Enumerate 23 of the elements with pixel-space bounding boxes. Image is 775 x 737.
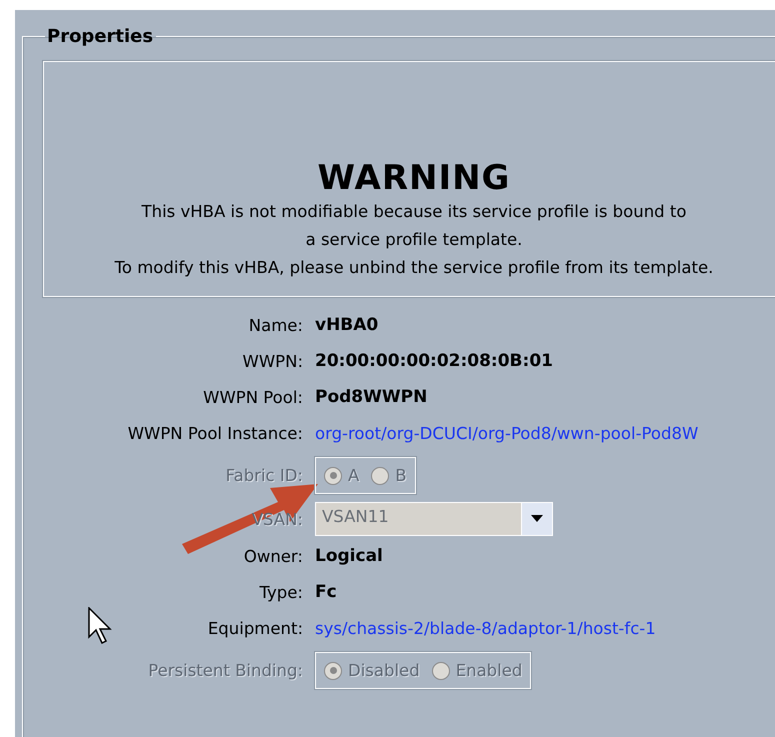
field-label: WWPN Pool: — [203, 388, 303, 406]
field-label: Fabric ID: — [226, 466, 303, 485]
caret-icon — [530, 515, 544, 523]
field-label: Name: — [248, 316, 303, 334]
field-label: Type: — [260, 582, 303, 602]
field-value: 20:00:00:00:02:08:0B:01 — [315, 351, 553, 371]
warning-message: This vHBA is not modifiable because its service profile is bound to — [140, 201, 688, 223]
field-link[interactable]: org-root/org-DCUCI/org-Pod8/wwn-pool-Pod8W — [315, 424, 698, 442]
field-link[interactable]: sys/chassis-2/blade-8/adaptor-1/host-fc-1 — [315, 618, 656, 638]
field-label: Equipment: — [208, 618, 303, 638]
mouse-pointer-icon — [88, 607, 112, 645]
field-label: Owner: — [244, 546, 303, 566]
warning-message: To modify this vHBA, please unbind the service profile from its template. — [114, 257, 714, 279]
field-label: WWPN Pool Instance: — [128, 424, 303, 442]
field-label: Persistent Binding: — [148, 661, 303, 680]
warning-heading: WARNING — [316, 158, 512, 198]
field-value: Fc — [315, 582, 337, 602]
group-title: Properties — [46, 26, 154, 47]
field-value: Logical — [315, 546, 383, 566]
field-value: vHBA0 — [315, 315, 378, 335]
warning-message: a service profile template. — [304, 229, 524, 251]
field-label: WWPN: — [242, 352, 303, 370]
field-value: Pod8WWPN — [315, 387, 428, 407]
